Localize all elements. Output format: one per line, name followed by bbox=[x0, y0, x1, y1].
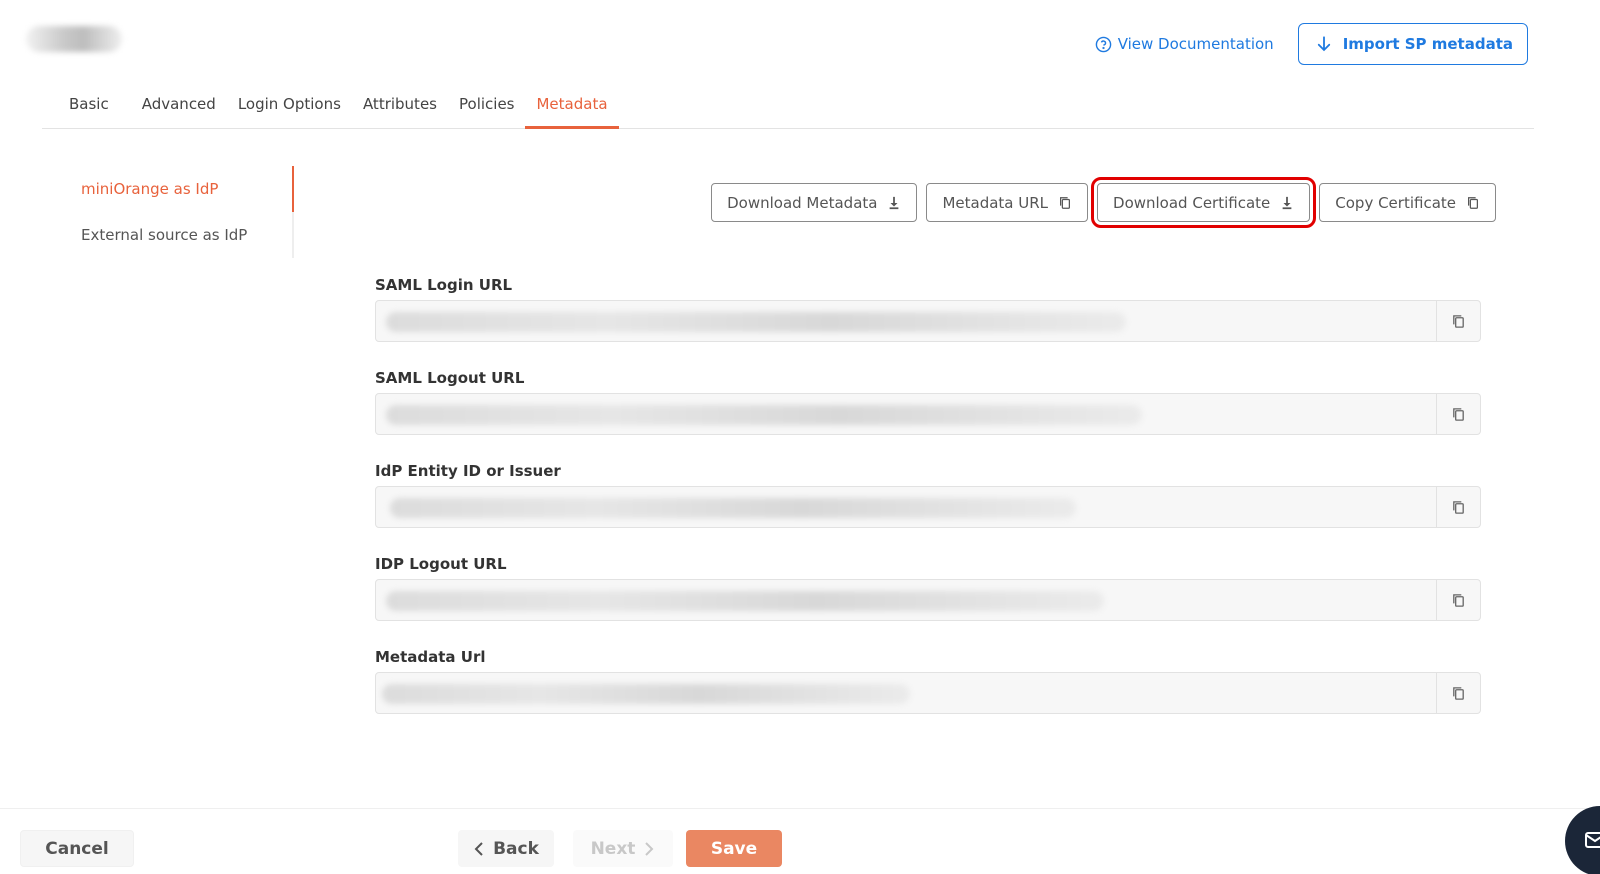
copy-icon bbox=[1060, 196, 1071, 209]
copy-idp-entity-id-button[interactable] bbox=[1436, 487, 1480, 527]
idp-entity-id-value[interactable] bbox=[376, 487, 1436, 527]
chevron-left-icon bbox=[474, 841, 483, 856]
idp-logout-url-box bbox=[375, 579, 1481, 621]
saml-login-url-box bbox=[375, 300, 1481, 342]
download-icon bbox=[890, 196, 899, 209]
back-label: Back bbox=[493, 838, 539, 859]
saml-login-url-field: SAML Login URL bbox=[375, 276, 1481, 342]
redacted-value bbox=[386, 591, 1104, 611]
footer-bar: Cancel Back Next Save bbox=[0, 808, 1600, 874]
idp-logout-url-field: IDP Logout URL bbox=[375, 555, 1481, 621]
redacted-value bbox=[386, 405, 1142, 425]
idp-logout-url-label: IDP Logout URL bbox=[375, 555, 507, 573]
side-nav-item-miniorange-idp[interactable]: miniOrange as IdP bbox=[60, 166, 292, 212]
saml-logout-url-label: SAML Logout URL bbox=[375, 369, 525, 387]
saml-logout-url-field: SAML Logout URL bbox=[375, 369, 1481, 435]
download-icon bbox=[1282, 196, 1292, 209]
copy-idp-logout-url-button[interactable] bbox=[1436, 580, 1480, 620]
next-button[interactable]: Next bbox=[573, 830, 673, 867]
side-nav-active-indicator bbox=[292, 166, 294, 212]
import-sp-metadata-label: Import SP metadata bbox=[1342, 35, 1513, 53]
copy-icon bbox=[1453, 593, 1464, 607]
idp-entity-id-label: IdP Entity ID or Issuer bbox=[375, 462, 561, 480]
copy-icon bbox=[1453, 500, 1464, 514]
copy-icon bbox=[1453, 686, 1464, 700]
chevron-right-icon bbox=[645, 841, 654, 856]
copy-certificate-button[interactable]: Copy Certificate bbox=[1319, 183, 1496, 222]
tab-policies[interactable]: Policies bbox=[448, 78, 525, 129]
tab-basic[interactable]: Basic bbox=[42, 78, 131, 129]
save-button[interactable]: Save bbox=[686, 830, 782, 867]
copy-icon bbox=[1453, 314, 1464, 328]
metadata-url-field-label: Metadata Url bbox=[375, 648, 486, 666]
idp-logout-url-value[interactable] bbox=[376, 580, 1436, 620]
tab-metadata[interactable]: Metadata bbox=[525, 78, 619, 129]
app-logo bbox=[26, 26, 122, 52]
tab-login-options[interactable]: Login Options bbox=[227, 78, 352, 129]
view-documentation-link[interactable]: View Documentation bbox=[1095, 35, 1274, 53]
metadata-url-field: Metadata Url bbox=[375, 648, 1481, 714]
copy-saml-login-url-button[interactable] bbox=[1436, 301, 1480, 341]
idp-entity-id-field: IdP Entity ID or Issuer bbox=[375, 462, 1481, 528]
metadata-url-box bbox=[375, 672, 1481, 714]
metadata-url-label: Metadata URL bbox=[942, 193, 1049, 212]
metadata-url-value[interactable] bbox=[376, 673, 1436, 713]
download-certificate-label: Download Certificate bbox=[1113, 193, 1271, 212]
download-metadata-button[interactable]: Download Metadata bbox=[711, 183, 918, 222]
redacted-value bbox=[390, 498, 1076, 518]
next-label: Next bbox=[590, 838, 636, 859]
import-sp-metadata-button[interactable]: Import SP metadata bbox=[1297, 23, 1528, 65]
save-label: Save bbox=[710, 838, 758, 859]
metadata-url-button[interactable]: Metadata URL bbox=[926, 183, 1089, 222]
tab-attributes[interactable]: Attributes bbox=[352, 78, 448, 129]
side-nav-item-external-idp[interactable]: External source as IdP bbox=[60, 212, 292, 258]
arrow-down-icon bbox=[1317, 36, 1330, 52]
tab-advanced[interactable]: Advanced bbox=[131, 78, 227, 129]
download-certificate-button[interactable]: Download Certificate bbox=[1091, 177, 1317, 228]
saml-logout-url-box bbox=[375, 393, 1481, 435]
metadata-action-bar: Download Metadata Metadata URL Download … bbox=[711, 177, 1496, 228]
header-actions: View Documentation Import SP metadata bbox=[1095, 23, 1528, 65]
copy-icon bbox=[1453, 407, 1464, 421]
cancel-label: Cancel bbox=[45, 838, 109, 859]
cancel-button[interactable]: Cancel bbox=[20, 830, 134, 867]
help-circle-icon bbox=[1095, 36, 1111, 52]
side-nav: miniOrange as IdP External source as IdP bbox=[60, 166, 294, 258]
copy-certificate-label: Copy Certificate bbox=[1335, 193, 1456, 212]
copy-metadata-url-button[interactable] bbox=[1436, 673, 1480, 713]
tab-bar: Basic Advanced Login Options Attributes … bbox=[42, 78, 1534, 129]
idp-entity-id-box bbox=[375, 486, 1481, 528]
copy-saml-logout-url-button[interactable] bbox=[1436, 394, 1480, 434]
mail-icon bbox=[1585, 832, 1600, 848]
saml-logout-url-value[interactable] bbox=[376, 394, 1436, 434]
saml-login-url-value[interactable] bbox=[376, 301, 1436, 341]
saml-login-url-label: SAML Login URL bbox=[375, 276, 513, 294]
copy-icon bbox=[1468, 196, 1478, 209]
redacted-value bbox=[386, 312, 1126, 332]
back-button[interactable]: Back bbox=[458, 830, 554, 867]
view-documentation-label: View Documentation bbox=[1117, 35, 1274, 53]
redacted-value bbox=[382, 684, 910, 704]
download-metadata-label: Download Metadata bbox=[727, 193, 878, 212]
